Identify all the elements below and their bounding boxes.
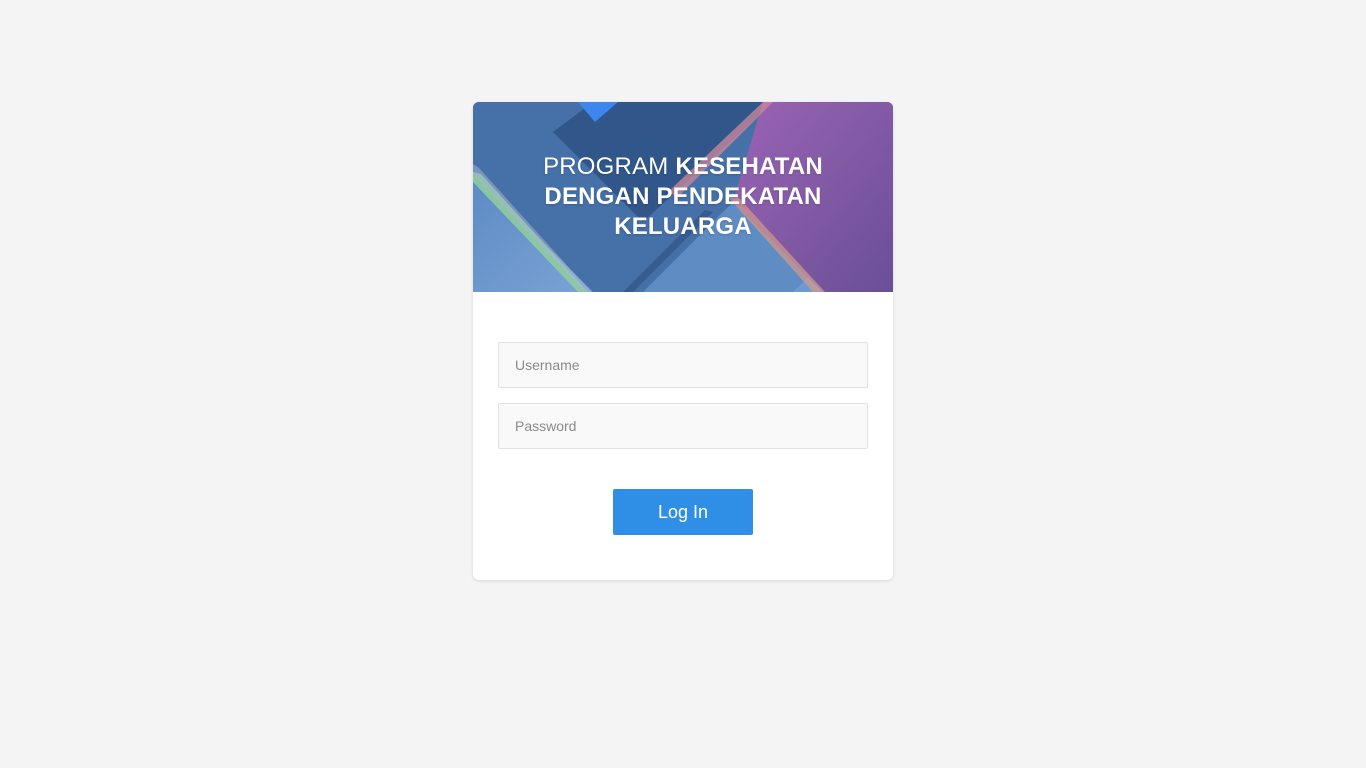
password-input[interactable]	[498, 403, 868, 449]
login-card: PROGRAM KESEHATAN DENGAN PENDEKATAN KELU…	[473, 102, 893, 580]
banner-title: PROGRAM KESEHATAN DENGAN PENDEKATAN KELU…	[473, 152, 893, 242]
login-form: Log In	[498, 342, 868, 535]
username-input[interactable]	[498, 342, 868, 388]
banner: PROGRAM KESEHATAN DENGAN PENDEKATAN KELU…	[473, 102, 893, 292]
banner-title-light: PROGRAM	[543, 153, 676, 180]
login-button[interactable]: Log In	[613, 489, 753, 535]
